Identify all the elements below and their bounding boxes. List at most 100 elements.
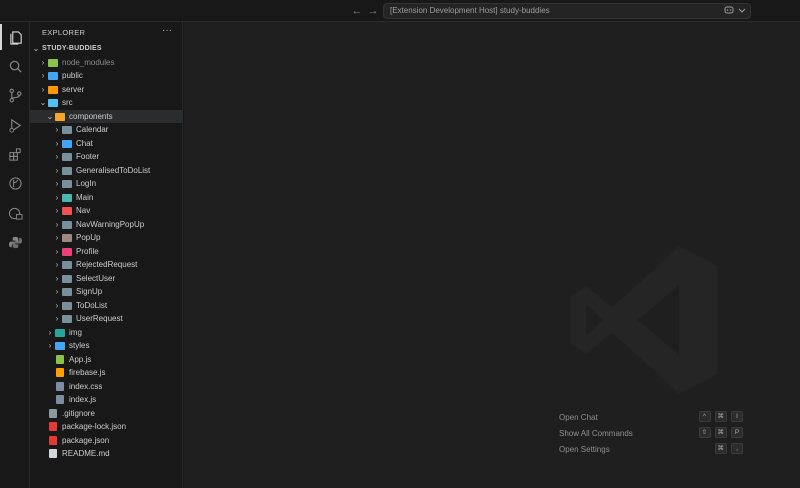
run-debug-icon[interactable]: [0, 112, 30, 138]
sidebar-title: EXPLORER: [42, 28, 86, 37]
folder-icon: [48, 72, 58, 80]
tree-item-label: ToDoList: [76, 300, 108, 310]
folder-item[interactable]: ⌄ components: [30, 109, 183, 123]
explorer-icon[interactable]: [0, 24, 30, 50]
source-control-icon[interactable]: [0, 82, 30, 108]
tree-item-label: Nav: [76, 206, 91, 215]
chevron-right-icon: ›: [41, 84, 45, 94]
remote-explorer-icon[interactable]: [0, 200, 30, 226]
folder-icon: [48, 99, 58, 107]
folder-icon: [62, 126, 72, 134]
file-item[interactable]: index.js: [30, 393, 183, 407]
file-icon: [56, 354, 64, 364]
shortcut-hint[interactable]: Open Settings ⌘,: [559, 442, 759, 458]
folder-icon: [48, 58, 58, 67]
folder-item[interactable]: › Footer: [30, 150, 183, 164]
key-cap: ⌘: [714, 411, 727, 422]
folder-item[interactable]: › Main: [30, 191, 183, 205]
folder-icon: [62, 207, 72, 215]
tree-item-label: GeneralisedToDoList: [76, 165, 151, 175]
folder-item[interactable]: › NavWarningPopUp: [30, 218, 183, 232]
chevron-right-icon: ›: [55, 192, 59, 202]
file-tree: ⌄ STUDY-BUDDIES › node_modules › public › ser…: [30, 42, 183, 461]
folder-item[interactable]: › SignUp: [30, 285, 183, 299]
folder-icon: [55, 328, 65, 337]
folder-item[interactable]: › RejectedRequest: [30, 258, 183, 272]
chevron-right-icon: ›: [55, 300, 59, 310]
chevron-right-icon: ›: [55, 233, 59, 242]
folder-item[interactable]: › UserRequest: [30, 312, 183, 326]
folder-item[interactable]: › server: [30, 83, 183, 97]
chevron-right-icon: ›: [48, 327, 52, 337]
tree-item-label: firebase.js: [69, 368, 106, 377]
folder-item[interactable]: › Chat: [30, 137, 183, 151]
folder-item[interactable]: › PopUp: [30, 231, 183, 245]
key-cap: ⌘: [714, 427, 727, 438]
back-arrow-icon[interactable]: ←: [350, 4, 364, 18]
file-item[interactable]: .gitignore: [30, 407, 183, 421]
chevron-down-icon[interactable]: [738, 5, 746, 17]
file-icon: [49, 435, 57, 445]
tree-item-label: Calendar: [76, 125, 109, 134]
file-item[interactable]: firebase.js: [30, 366, 183, 380]
folder-item[interactable]: › styles: [30, 339, 183, 353]
folder-item[interactable]: › Profile: [30, 245, 183, 259]
folder-item[interactable]: › Nav: [30, 204, 183, 218]
file-item[interactable]: App.js: [30, 353, 183, 367]
tree-item-label: App.js: [69, 354, 92, 364]
chevron-down-icon: ⌄: [39, 98, 47, 107]
folder-item[interactable]: › img: [30, 326, 183, 340]
extensions-icon[interactable]: [0, 141, 30, 167]
tree-item-label: README.md: [62, 449, 110, 458]
tree-item-label: UserRequest: [76, 314, 123, 323]
keybinding: ⇧ ⌘ P: [698, 427, 743, 438]
folder-item[interactable]: › public: [30, 69, 183, 83]
chevron-right-icon: ›: [48, 341, 52, 350]
tree-item-label: styles: [69, 341, 90, 350]
title-bar: ← → [Extension Development Host] study-b…: [0, 0, 800, 22]
file-icon: [49, 408, 57, 418]
python-icon[interactable]: [0, 229, 30, 255]
file-item[interactable]: package.json: [30, 434, 183, 448]
file-item[interactable]: index.css: [30, 380, 183, 394]
folder-icon: [62, 261, 72, 269]
shortcut-hint[interactable]: Open Chat ^ ⌘ I: [559, 410, 759, 426]
tree-item-label: PopUp: [76, 233, 101, 242]
folder-item[interactable]: › SelectUser: [30, 272, 183, 286]
folder-icon: [62, 288, 72, 296]
shortcut-hints: Open Chat ^ ⌘ I Show All Commands ⇧ ⌘ P Open Set…: [559, 410, 759, 458]
file-icon: [49, 449, 57, 458]
more-actions-icon[interactable]: ···: [162, 25, 172, 36]
tree-item-label: index.js: [69, 395, 97, 404]
folder-item[interactable]: › GeneralisedToDoList: [30, 164, 183, 178]
folder-item[interactable]: › Calendar: [30, 123, 183, 137]
forward-arrow-icon[interactable]: →: [366, 4, 380, 18]
folder-item[interactable]: › LogIn: [30, 177, 183, 191]
folder-icon: [62, 153, 72, 161]
shortcut-hint-label: Open Chat: [559, 413, 598, 422]
activity-bar: [0, 22, 30, 488]
chevron-right-icon: ›: [41, 71, 45, 80]
explorer-sidebar: EXPLORER ··· ⌄ STUDY-BUDDIES › node_modul…: [30, 22, 183, 488]
file-item[interactable]: package-lock.json: [30, 420, 183, 434]
command-center-search[interactable]: [Extension Development Host] study-buddi…: [383, 3, 751, 19]
workspace-root[interactable]: ⌄ STUDY-BUDDIES: [30, 42, 183, 56]
chevron-right-icon: ›: [55, 314, 59, 323]
folder-icon: [62, 274, 72, 283]
folder-item[interactable]: › ToDoList: [30, 299, 183, 313]
folder-item[interactable]: ⌄ src: [30, 96, 183, 110]
tree-item-label: src: [62, 98, 73, 107]
shortcut-hint[interactable]: Show All Commands ⇧ ⌘ P: [559, 426, 759, 442]
folder-icon: [62, 193, 72, 202]
tree-item-label: LogIn: [76, 179, 97, 188]
folder-icon: [62, 166, 72, 175]
tree-item-label: components: [69, 111, 113, 121]
file-item[interactable]: README.md: [30, 447, 183, 461]
copilot-icon[interactable]: [724, 5, 734, 17]
folder-icon: [62, 234, 72, 242]
search-icon[interactable]: [0, 53, 30, 79]
file-icon: [49, 422, 57, 431]
tree-item-label: Footer: [76, 152, 100, 161]
git-graph-icon[interactable]: [0, 170, 30, 196]
folder-item[interactable]: › node_modules: [30, 56, 183, 70]
